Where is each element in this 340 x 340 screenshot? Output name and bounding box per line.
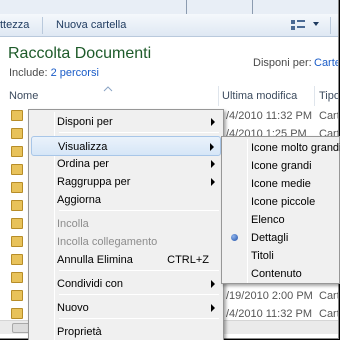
- include-locations-link[interactable]: 2 percorsi: [51, 67, 99, 79]
- view-option-icone-medie[interactable]: Icone medie: [224, 175, 338, 193]
- submenu-arrow-icon: [210, 143, 214, 151]
- file-type: Carte: [319, 308, 338, 320]
- menu-item-ordina-per[interactable]: Ordina per: [31, 154, 221, 174]
- menu-separator: [59, 132, 219, 133]
- view-option-contenuto[interactable]: Contenuto: [224, 265, 338, 283]
- menu-item-nuovo[interactable]: Nuovo: [31, 298, 221, 318]
- view-option-label: Icone molto grandi: [251, 142, 340, 154]
- view-option-label: Icone medie: [251, 178, 311, 190]
- menu-item-visualizza[interactable]: Visualizza: [31, 136, 221, 156]
- menu-item-label: Ordina per: [57, 158, 109, 170]
- include-label: Include:: [9, 67, 48, 79]
- folder-icon: [11, 146, 23, 157]
- menu-item-label: Incolla: [57, 218, 89, 230]
- view-options-icon[interactable]: [290, 19, 306, 34]
- modified-date: /4/2010 11:32 PM: [226, 110, 313, 122]
- folder-icon: [11, 254, 23, 265]
- menu-item-incolla: Incolla: [31, 214, 221, 234]
- file-type: Carte: [319, 290, 338, 302]
- modified-date: /4/2010 11:32 PM: [226, 308, 313, 320]
- menu-item-label: Annulla Elimina: [57, 254, 133, 266]
- radio-selected-icon: [231, 234, 238, 241]
- view-option-label: Icone grandi: [251, 160, 312, 172]
- menu-item-propriet[interactable]: Proprietà: [31, 322, 221, 340]
- submenu-arrow-icon: [211, 280, 215, 288]
- menu-item-label: Incolla collegamento: [57, 236, 158, 248]
- view-option-icone-grandi[interactable]: Icone grandi: [224, 157, 338, 175]
- folder-icon: [11, 290, 23, 301]
- menu-separator: [59, 210, 219, 211]
- view-option-dettagli[interactable]: Dettagli: [224, 229, 338, 247]
- menu-separator: [59, 294, 219, 295]
- column-header-name[interactable]: Nome: [9, 90, 38, 102]
- view-option-label: Titoli: [251, 250, 274, 262]
- folder-icon: [11, 236, 23, 247]
- folder-icon: [11, 218, 23, 229]
- column-header-type[interactable]: Tipo: [319, 90, 338, 102]
- folder-icon: [11, 308, 23, 319]
- new-folder-button[interactable]: Nuova cartella: [56, 19, 126, 31]
- file-type: Carte: [319, 110, 338, 122]
- sort-up-icon: [103, 86, 113, 92]
- arrange-by-dropdown[interactable]: Carte: [314, 57, 338, 69]
- library-include: Include: 2 percorsi: [9, 67, 99, 79]
- view-option-label: Icone piccole: [251, 196, 316, 208]
- menu-item-label: Raggruppa per: [57, 176, 131, 188]
- view-submenu: Icone molto grandi Icone grandi Icone medi…: [221, 136, 340, 284]
- folder-icon: [11, 200, 23, 211]
- view-option-icone-molto-grandi[interactable]: Icone molto grandi: [224, 139, 340, 157]
- library-title: Raccolta Documenti: [8, 45, 152, 62]
- submenu-arrow-icon: [211, 160, 215, 168]
- modified-date: /19/2010 2:00 PM: [226, 290, 313, 302]
- menu-item-label: Aggiorna: [57, 194, 102, 206]
- menu-item-label: Disponi per: [57, 116, 113, 128]
- menu-item-label: Visualizza: [58, 141, 108, 153]
- view-option-elenco[interactable]: Elenco: [224, 211, 338, 229]
- folder-icon: [11, 110, 23, 121]
- view-option-icone-piccole[interactable]: Icone piccole: [224, 193, 338, 211]
- view-option-titoli[interactable]: Titoli: [224, 247, 338, 265]
- folder-icon: [11, 182, 23, 193]
- menu-item-label: Nuovo: [57, 302, 89, 314]
- folder-icon: [11, 128, 23, 139]
- submenu-arrow-icon: [211, 304, 215, 312]
- menu-item-label: Proprietà: [57, 326, 102, 338]
- menu-separator: [59, 270, 219, 271]
- context-menu: Disponi per Visualizza Ordina per Raggruppa…: [28, 109, 224, 340]
- view-option-label: Elenco: [251, 214, 285, 226]
- column-header-modified[interactable]: Ultima modifica: [222, 90, 297, 102]
- arrange-by-label: Disponi per:: [253, 57, 312, 69]
- folder-icon: [11, 272, 23, 283]
- menu-item-incolla-collegamento: Incolla collegamento: [31, 232, 221, 252]
- menu-separator: [59, 318, 219, 319]
- submenu-arrow-icon: [211, 118, 215, 126]
- menu-item-raggruppa-per[interactable]: Raggruppa per: [31, 172, 221, 192]
- title-strip: [0, 0, 338, 14]
- menu-item-condividi-con[interactable]: Condividi con: [31, 274, 221, 294]
- menu-item-disponi-per[interactable]: Disponi per: [31, 112, 221, 132]
- shortcut-label: CTRL+Z: [167, 254, 209, 266]
- command-bar: ttezza Nuova cartella: [0, 14, 338, 37]
- view-option-label: Contenuto: [251, 268, 302, 280]
- chevron-down-icon[interactable]: [312, 19, 320, 31]
- view-option-label: Dettagli: [251, 232, 289, 244]
- folder-icon: [11, 164, 23, 175]
- menu-item-label: Condividi con: [57, 278, 124, 290]
- menu-item-annulla-elimina[interactable]: Annulla Elimina CTRL+Z: [31, 250, 221, 270]
- organize-button[interactable]: ttezza: [0, 19, 29, 31]
- submenu-arrow-icon: [211, 178, 215, 186]
- menu-item-aggiorna[interactable]: Aggiorna: [31, 190, 221, 210]
